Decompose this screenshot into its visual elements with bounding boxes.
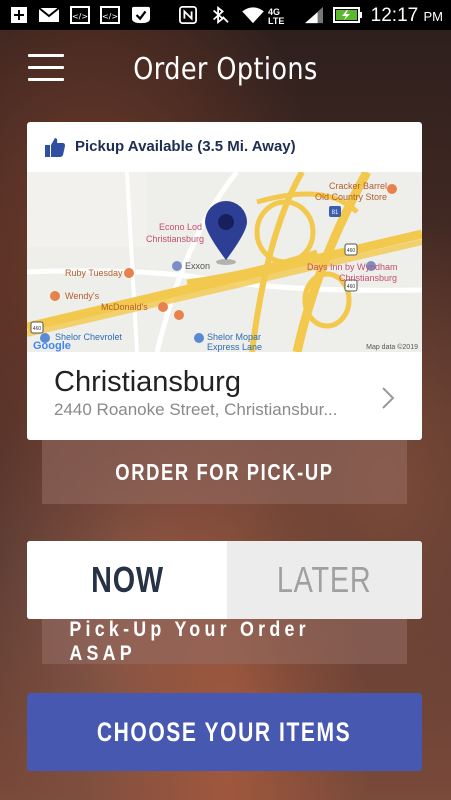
pickup-status: Pickup Available (3.5 Mi. Away): [27, 122, 422, 172]
map-attribution: Map data ©2019: [366, 343, 418, 351]
map-label: Ruby Tuesday: [65, 268, 123, 278]
network-type: 4G LTE: [268, 7, 285, 26]
store-address: 2440 Roanoke Street, Christiansbur...: [54, 400, 338, 419]
google-logo: Google: [33, 340, 71, 352]
check-shield-icon: [132, 6, 150, 24]
map-label: Econo Lod: [159, 222, 202, 232]
nfc-icon: [179, 6, 197, 24]
signal-icon: [305, 6, 323, 24]
battery-charging-icon: [333, 7, 362, 23]
map-label: Exxon: [185, 261, 210, 271]
code-icon: </>: [70, 6, 90, 24]
map-label: Cracker Barrel: [329, 181, 387, 191]
choose-items-button[interactable]: CHOOSE YOUR ITEMS: [27, 693, 422, 771]
order-for-pickup-button[interactable]: ORDER FOR PICK-UP: [42, 440, 407, 504]
map-label: Christiansburg: [146, 234, 204, 244]
map-label: Shelor Mopar: [207, 332, 261, 342]
later-label: LATER: [277, 559, 372, 600]
bluetooth-mute-icon: [212, 6, 229, 24]
header: Order Options: [0, 30, 451, 110]
later-option[interactable]: LATER: [227, 541, 422, 619]
clock-ampm: PM: [423, 9, 444, 24]
store-map[interactable]: 81 460 460 460 Cracker Barrel Old Countr…: [27, 172, 422, 352]
map-label-shield-460c: 460: [33, 326, 42, 332]
map-label: Christiansburg: [339, 273, 397, 283]
map-label: Express Lane: [207, 342, 262, 352]
chevron-right-icon: [382, 387, 395, 409]
map-label: McDonald's: [101, 302, 148, 312]
clock: 12:17 PM: [371, 5, 443, 27]
now-label: NOW: [90, 559, 164, 600]
svg-text:</>: </>: [102, 12, 118, 21]
page-title: Order Options: [133, 52, 318, 87]
timing-toggle: NOW LATER: [27, 541, 422, 619]
map-label: Wendy's: [65, 291, 100, 301]
store-name: Christiansburg: [54, 366, 241, 398]
status-bar: </> </> 4G LTE 12:17 PM: [0, 0, 451, 30]
choose-items-label: CHOOSE YOUR ITEMS: [97, 716, 352, 747]
thumbs-up-icon: [45, 138, 65, 157]
location-card: Pickup Available (3.5 Mi. Away) 81 460 4…: [27, 122, 422, 440]
map-label-shield-460b: 460: [347, 284, 356, 290]
pickup-text: Pickup Available (3.5 Mi. Away): [75, 138, 296, 155]
code-icon: </>: [100, 6, 120, 24]
map-label-shield-81: 81: [332, 210, 339, 216]
map-label: Old Country Store: [315, 192, 387, 202]
order-for-pickup-label: ORDER FOR PICK-UP: [115, 458, 334, 485]
map-label: Days Inn by Wyndham: [307, 262, 397, 272]
asap-text: Pick-Up Your Order ASAP: [69, 617, 310, 665]
wifi-icon: [242, 7, 264, 24]
now-option[interactable]: NOW: [27, 541, 227, 619]
add-icon: [11, 7, 27, 23]
svg-text:</>: </>: [72, 12, 88, 21]
gmail-icon: [38, 7, 60, 22]
map-label-shield-460a: 460: [347, 248, 356, 254]
clock-time: 12:17: [370, 5, 419, 26]
asap-banner: Pick-Up Your Order ASAP: [42, 617, 407, 665]
store-selector[interactable]: Christiansburg 2440 Roanoke Street, Chri…: [27, 352, 422, 440]
